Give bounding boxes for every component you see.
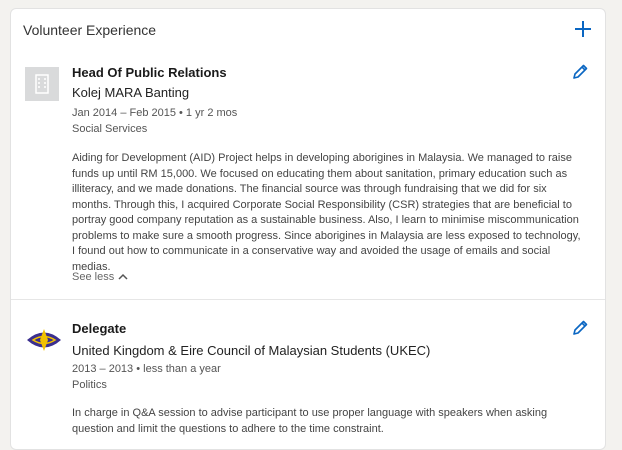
date-range: 2013 – 2013 • less than a year [72,363,221,375]
see-less-toggle[interactable]: See less [72,271,128,283]
organization-logo [25,323,63,357]
edit-entry-button[interactable] [571,319,589,337]
role-title: Head Of Public Relations [72,65,227,80]
section-header: Volunteer Experience [11,9,605,51]
description-text: In charge in Q&A session to advise parti… [72,407,548,435]
see-less-label: See less [72,271,115,283]
volunteer-entry: Delegate United Kingdom & Eire Council o… [11,311,605,449]
entry-divider [11,299,605,300]
organization-name: Kolej MARA Banting [72,85,190,100]
chevron-up-icon [118,273,128,280]
organization-logo [25,67,59,101]
date-range: Jan 2014 – Feb 2015 • 1 yr 2 mos [72,107,238,119]
edit-entry-button[interactable] [571,63,589,81]
organization-name: United Kingdom & Eire Council of Malaysi… [72,343,431,358]
pencil-icon [573,320,588,335]
add-volunteer-experience-button[interactable] [573,19,593,39]
pencil-icon [573,64,588,79]
ukec-logo-icon [27,329,61,351]
building-icon [35,74,49,94]
role-title: Delegate [72,321,127,336]
plus-icon [575,21,591,37]
cause-label: Social Services [72,123,148,135]
description-text: Aiding for Development (AID) Project hel… [72,152,581,273]
cause-label: Politics [72,379,107,391]
volunteer-experience-card: Volunteer Experience Head Of Public Rela… [10,8,606,450]
volunteer-entry: Head Of Public Relations Kolej MARA Bant… [11,61,605,299]
section-title: Volunteer Experience [23,22,157,38]
